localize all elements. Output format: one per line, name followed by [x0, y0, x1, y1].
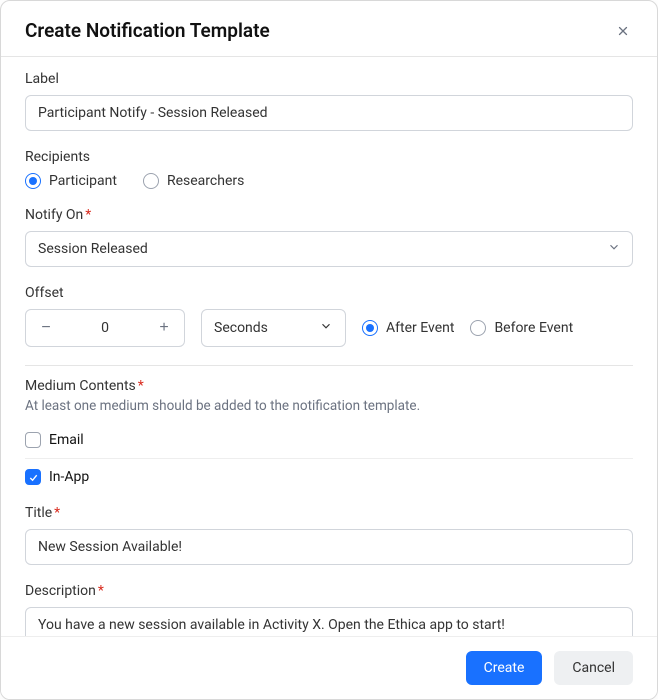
timing-before-radio[interactable]: Before Event: [470, 320, 573, 336]
medium-helper-text: At least one medium should be added to t…: [25, 398, 633, 414]
cancel-button[interactable]: Cancel: [554, 651, 633, 685]
medium-heading-text: Medium Contents: [25, 378, 136, 394]
modal-body: Label Recipients Participant Researchers…: [1, 57, 657, 636]
close-icon[interactable]: [613, 21, 633, 41]
email-checkbox[interactable]: [25, 432, 41, 448]
medium-section: Medium Contents* At least one medium sho…: [25, 378, 633, 495]
offset-decrement-button[interactable]: −: [26, 310, 66, 346]
timing-after-radio[interactable]: After Event: [362, 320, 454, 336]
offset-stepper: − 0 +: [25, 309, 185, 347]
required-icon: *: [98, 583, 104, 599]
title-section: Title*: [25, 505, 633, 565]
divider: [25, 365, 633, 366]
offset-heading: Offset: [25, 285, 633, 301]
title-input[interactable]: [25, 529, 633, 565]
modal-footer: Create Cancel: [1, 636, 657, 699]
notify-on-heading-text: Notify On: [25, 207, 83, 223]
recipients-heading: Recipients: [25, 149, 633, 165]
description-heading: Description*: [25, 583, 633, 599]
chevron-down-icon: [319, 319, 333, 337]
label-section: Label: [25, 71, 633, 131]
title-heading-text: Title: [25, 505, 52, 521]
modal-title: Create Notification Template: [25, 19, 270, 42]
offset-increment-button[interactable]: +: [144, 310, 184, 346]
required-icon: *: [54, 505, 60, 521]
radio-icon: [470, 320, 486, 336]
required-icon: *: [85, 207, 91, 223]
radio-label: After Event: [386, 320, 454, 336]
recipients-section: Recipients Participant Researchers: [25, 149, 633, 189]
label-input[interactable]: [25, 95, 633, 131]
recipient-researchers-radio[interactable]: Researchers: [143, 173, 244, 189]
radio-icon: [362, 320, 378, 336]
radio-icon: [25, 173, 41, 189]
offset-unit-select[interactable]: Seconds: [201, 309, 346, 347]
modal-header: Create Notification Template: [1, 1, 657, 57]
email-label: Email: [49, 432, 84, 448]
recipient-participant-radio[interactable]: Participant: [25, 173, 117, 189]
notify-on-heading: Notify On*: [25, 207, 633, 223]
description-heading-text: Description: [25, 583, 96, 599]
radio-label: Participant: [49, 173, 117, 189]
notify-on-select[interactable]: Session Released: [25, 231, 633, 267]
notify-on-section: Notify On* Session Released: [25, 207, 633, 267]
radio-icon: [143, 173, 159, 189]
offset-value: 0: [66, 320, 144, 336]
offset-section: Offset − 0 + Seconds After Event: [25, 285, 633, 347]
radio-label: Researchers: [167, 173, 244, 189]
description-textarea[interactable]: [25, 607, 633, 636]
inapp-label: In-App: [49, 469, 89, 485]
title-heading: Title*: [25, 505, 633, 521]
offset-unit-value: Seconds: [214, 320, 268, 336]
label-heading: Label: [25, 71, 633, 87]
create-notification-modal: Create Notification Template Label Recip…: [0, 0, 658, 700]
required-icon: *: [138, 378, 144, 394]
create-button[interactable]: Create: [466, 651, 543, 685]
radio-label: Before Event: [494, 320, 573, 336]
description-section: Description*: [25, 583, 633, 636]
medium-heading: Medium Contents*: [25, 378, 633, 394]
inapp-checkbox[interactable]: [25, 469, 41, 485]
notify-on-value: Session Released: [38, 241, 148, 257]
